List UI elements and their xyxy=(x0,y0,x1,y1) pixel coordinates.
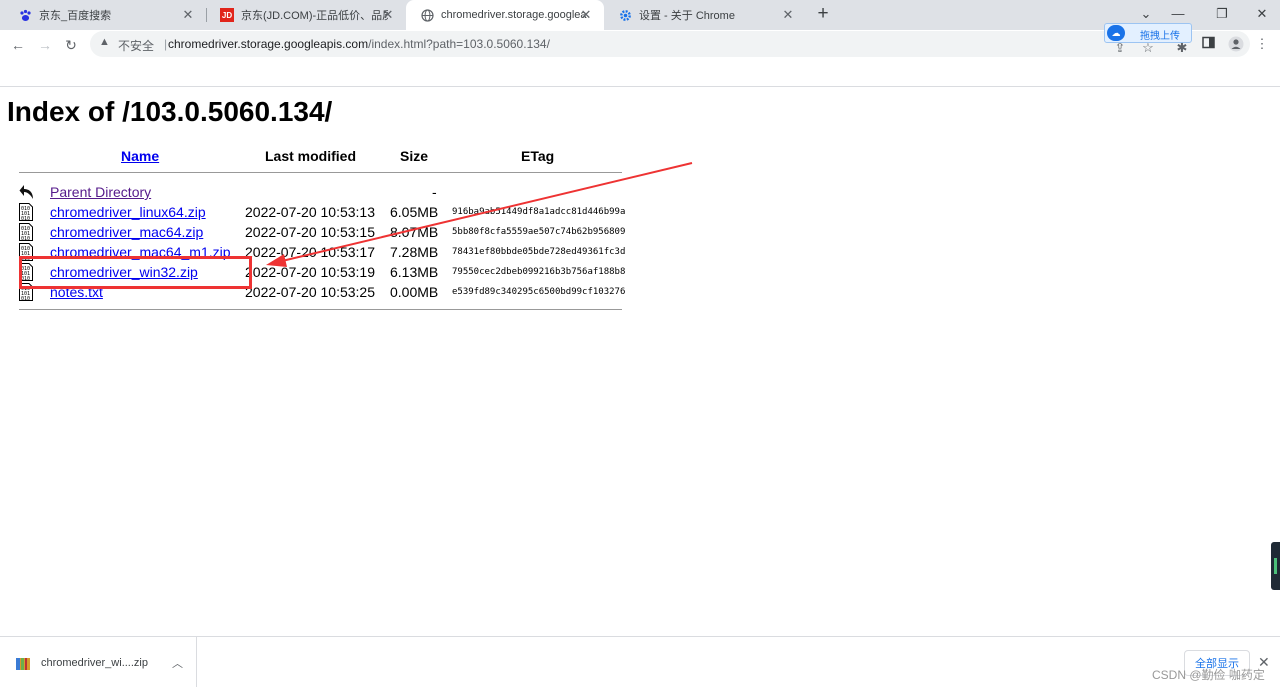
download-bar: chromedriver_wi....zip ︿ 全部显示 ✕ CSDN @勤俭… xyxy=(0,636,1280,687)
minimize-icon[interactable]: — xyxy=(1166,4,1190,24)
tab-baidu[interactable]: 京东_百度搜索 ✕ xyxy=(4,0,206,30)
file-etag: e539fd89c340295c6500bd99cf103276 xyxy=(452,287,626,297)
url-host: chromedriver.storage.googleapis.com xyxy=(168,37,369,51)
upload-label: 拖拽上传 xyxy=(1140,31,1180,42)
svg-text:010: 010 xyxy=(21,236,30,241)
file-size: 6.05MB xyxy=(390,204,439,220)
svg-text:010: 010 xyxy=(21,296,30,301)
url-path: /index.html?path=103.0.5060.134/ xyxy=(368,37,550,51)
header-divider xyxy=(19,172,622,173)
tab-settings[interactable]: 设置 - 关于 Chrome ✕ xyxy=(604,0,806,30)
file-size: - xyxy=(432,184,437,200)
tab-search-chevron-icon[interactable]: ⌄ xyxy=(1134,4,1158,24)
forward-arrow-icon[interactable]: → xyxy=(36,36,54,54)
file-date: 2022-07-20 10:53:17 xyxy=(245,244,375,260)
zip-archive-icon xyxy=(16,657,30,670)
tab-strip: 京东_百度搜索 ✕ JD 京东(JD.COM)-正品低价、品质保障 ✕ chro… xyxy=(0,0,1280,30)
globe-icon xyxy=(420,8,434,22)
table-row: 010 101 010 chromedriver_linux64.zip 2022-07… xyxy=(0,202,640,222)
cloud-icon: ☁ xyxy=(1107,25,1125,41)
menu-dots-icon[interactable]: ⋮ xyxy=(1254,36,1270,52)
column-header-etag: ETag xyxy=(521,148,555,164)
csdn-watermark: CSDN @勤俭 咖药定 xyxy=(1152,668,1265,682)
chevron-up-icon[interactable]: ︿ xyxy=(172,655,183,671)
file-size: 6.13MB xyxy=(390,264,439,280)
name-sort-link[interactable]: Name xyxy=(121,148,159,164)
file-etag: 78431ef80bbde05bde728ed49361fc3d xyxy=(452,247,626,257)
table-row: 010 101 010 chromedriver_mac64.zip 2022-07-2… xyxy=(0,222,640,242)
file-size: 7.28MB xyxy=(390,244,439,260)
close-window-icon[interactable]: ✕ xyxy=(1250,4,1274,24)
file-size: 8.07MB xyxy=(390,224,439,240)
maximize-icon[interactable]: ❐ xyxy=(1210,4,1234,24)
annotation-highlight-box xyxy=(19,256,252,289)
url-separator: | xyxy=(164,37,168,51)
binary-file-icon: 010 101 010 xyxy=(19,203,33,222)
binary-file-icon: 010 101 010 xyxy=(19,223,33,242)
tab-close-icon[interactable]: ✕ xyxy=(780,7,796,23)
tab-title: 京东_百度搜索 xyxy=(39,10,112,22)
table-row: Parent Directory - xyxy=(0,182,640,202)
tab-close-icon[interactable]: ✕ xyxy=(578,7,594,23)
column-header-size: Size xyxy=(400,148,429,164)
side-widget-handle[interactable] xyxy=(1271,542,1280,590)
tab-close-icon[interactable]: ✕ xyxy=(180,7,196,23)
url-text[interactable]: chromedriver.storage.googleapis.com/inde… xyxy=(168,37,550,51)
tab-title: 设置 - 关于 Chrome xyxy=(639,10,735,22)
file-etag: 5bb80f8cfa5559ae507c74b62b956809 xyxy=(452,227,626,237)
file-etag: 79550cec2dbeb099216b3b756af188b8 xyxy=(452,267,626,277)
back-arrow-icon[interactable]: ← xyxy=(9,36,27,54)
file-link[interactable]: chromedriver_linux64.zip xyxy=(50,204,206,220)
security-label[interactable]: 不安全 xyxy=(118,37,154,54)
column-header-name[interactable]: Name xyxy=(121,148,159,164)
footer-divider xyxy=(19,309,622,310)
drag-upload-widget[interactable]: ☁ 拖拽上传 xyxy=(1104,23,1192,43)
file-date: 2022-07-20 10:53:25 xyxy=(245,284,375,300)
svg-text:010: 010 xyxy=(21,216,30,221)
file-date: 2022-07-20 10:53:13 xyxy=(245,204,375,220)
tab-close-icon[interactable]: ✕ xyxy=(380,7,396,23)
column-header-last-modified: Last modified xyxy=(265,148,357,164)
profile-avatar-icon[interactable] xyxy=(1228,36,1244,52)
jd-logo-icon: JD xyxy=(220,8,234,22)
file-size: 0.00MB xyxy=(390,284,439,300)
download-file-name: chromedriver_wi....zip xyxy=(41,657,148,669)
tab-title: 京东(JD.COM)-正品低价、品质保障 xyxy=(241,10,388,22)
download-item[interactable]: chromedriver_wi....zip ︿ xyxy=(0,637,197,687)
file-link[interactable]: chromedriver_mac64.zip xyxy=(50,224,203,240)
file-date: 2022-07-20 10:53:19 xyxy=(245,264,375,280)
file-date: 2022-07-20 10:53:15 xyxy=(245,224,375,240)
reload-icon[interactable]: ↻ xyxy=(62,36,80,54)
tab-chromedriver[interactable]: chromedriver.storage.googleapis.com ✕ xyxy=(406,0,604,30)
settings-gear-icon xyxy=(618,8,632,22)
new-tab-plus-icon[interactable]: + xyxy=(813,4,833,26)
back-arrow-icon xyxy=(19,183,33,201)
address-bar[interactable]: ▲ 不安全 | chromedriver.storage.googleapis.… xyxy=(90,31,1250,57)
page-title: Index of /103.0.5060.134/ xyxy=(7,96,333,127)
toolbar: ← → ↻ ▲ 不安全 | chromedriver.storage.googl… xyxy=(0,23,1280,87)
file-etag: 916ba9ab51449df8a1adcc81d446b99a xyxy=(452,207,626,217)
file-link[interactable]: Parent Directory xyxy=(50,184,151,200)
side-panel-icon[interactable] xyxy=(1200,36,1216,52)
tab-title: chromedriver.storage.googleapis.com xyxy=(441,9,587,21)
warning-triangle-icon: ▲ xyxy=(99,36,110,48)
baidu-paw-icon xyxy=(18,8,32,22)
tab-jd[interactable]: JD 京东(JD.COM)-正品低价、品质保障 ✕ xyxy=(206,0,406,30)
